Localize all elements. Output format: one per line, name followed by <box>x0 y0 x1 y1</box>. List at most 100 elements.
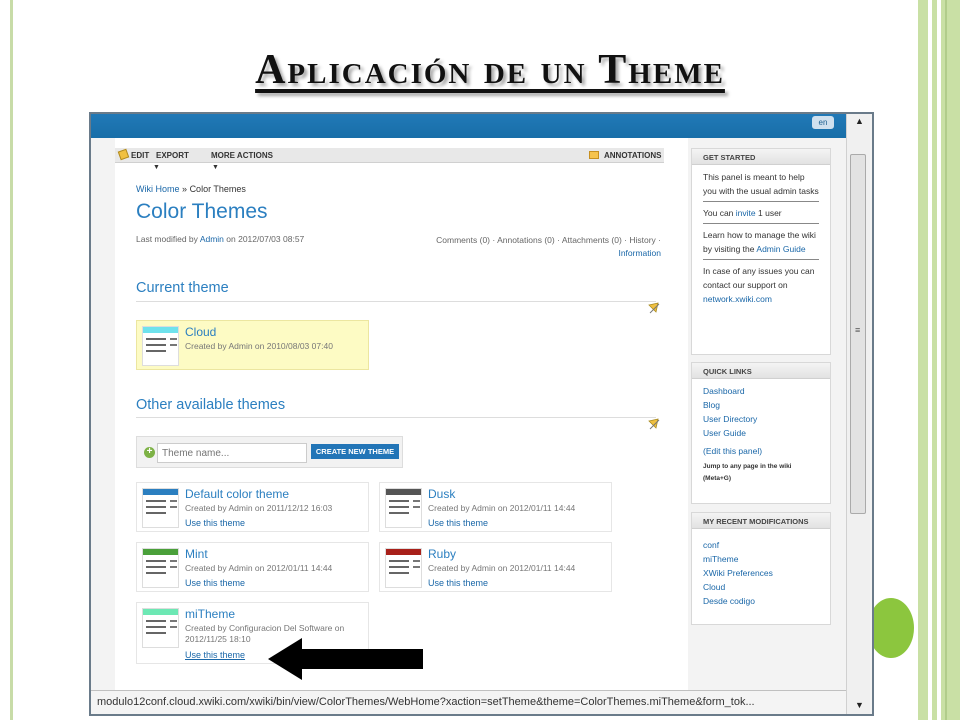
green-circle-decoration <box>868 598 914 658</box>
theme-name-link[interactable]: Cloud <box>185 325 216 339</box>
theme-created-info: Created by Admin on 2012/01/11 14:44 <box>185 563 333 573</box>
quick-link-dashboard[interactable]: Dashboard <box>703 384 819 398</box>
theme-card-ruby: Ruby Created by Admin on 2012/01/11 14:4… <box>379 542 612 592</box>
support-link[interactable]: network.xwiki.com <box>703 294 772 304</box>
create-new-theme-button[interactable]: CREATE NEW THEME <box>311 444 399 459</box>
last-modified-label: Last modified by <box>136 234 198 244</box>
add-icon: + <box>144 447 155 458</box>
theme-created-info: Created by Admin on 2012/01/11 14:44 <box>428 503 576 513</box>
use-this-theme-link[interactable]: Use this theme <box>428 578 488 588</box>
panel-text: This panel is meant to help you with the… <box>703 172 819 196</box>
last-modified-author-link[interactable]: Admin <box>200 234 224 244</box>
theme-name-link[interactable]: Dusk <box>428 487 455 501</box>
right-decoration-stripe <box>918 0 928 720</box>
breadcrumb: Wiki Home » Color Themes <box>136 184 246 194</box>
slide: Aplicación de un Theme en ▲ ≡ ▼ EDIT EXP… <box>0 0 960 720</box>
right-decoration-stripe <box>941 0 960 720</box>
left-arrow-icon <box>268 638 423 680</box>
recent-item[interactable]: XWiki Preferences <box>703 566 819 580</box>
theme-color-band <box>386 489 421 495</box>
last-modified-info: Last modified by Admin on 2012/07/03 08:… <box>136 234 304 244</box>
theme-created-info: Created by Admin on 2010/08/03 07:40 <box>185 341 333 351</box>
theme-created-by-line: Created by Configuracion Del Software on <box>185 623 345 633</box>
theme-created-info: Created by Admin on 2012/01/11 14:44 <box>428 563 576 573</box>
quick-links-panel: QUICK LINKS Dashboard Blog User Director… <box>691 362 831 504</box>
current-theme-card: Cloud Created by Admin on 2010/08/03 07:… <box>136 320 369 370</box>
scroll-down-arrow-icon[interactable]: ▼ <box>855 700 864 710</box>
get-started-panel: GET STARTED This panel is meant to help … <box>691 148 831 355</box>
annotations-button[interactable]: ANNOTATIONS <box>604 151 661 160</box>
theme-created-info: Created by Admin on 2011/12/12 16:03 <box>185 503 333 513</box>
quick-link-user-directory[interactable]: User Directory <box>703 412 819 426</box>
quick-link-blog[interactable]: Blog <box>703 398 819 412</box>
theme-thumbnail <box>385 548 422 588</box>
user-badge-icon[interactable]: en <box>812 116 834 129</box>
theme-thumbnail <box>385 488 422 528</box>
edit-dropdown-arrow-icon[interactable]: ▼ <box>153 164 160 171</box>
use-this-theme-link[interactable]: Use this theme <box>185 650 245 660</box>
more-actions-dropdown-arrow-icon[interactable]: ▼ <box>212 164 219 171</box>
right-decoration-stripe <box>932 0 937 720</box>
pencil-icon[interactable] <box>117 148 130 161</box>
invite-link[interactable]: invite <box>736 208 756 218</box>
theme-name-link[interactable]: miTheme <box>185 607 235 621</box>
quick-link-user-guide[interactable]: User Guide <box>703 426 819 440</box>
scrollbar-thumb[interactable]: ≡ <box>850 154 866 514</box>
edit-menu[interactable]: EDIT <box>131 151 149 160</box>
panel-divider <box>703 201 819 202</box>
annotations-icon <box>589 151 599 159</box>
theme-thumbnail <box>142 548 179 588</box>
theme-name-link[interactable]: Ruby <box>428 547 456 561</box>
theme-card-default: Default color theme Created by Admin on … <box>136 482 369 532</box>
doc-links-line2[interactable]: Information <box>391 247 661 260</box>
jump-shortcut: (Meta+G) <box>703 475 731 482</box>
recent-item[interactable]: miTheme <box>703 552 819 566</box>
admin-guide-link[interactable]: Admin Guide <box>756 244 805 254</box>
theme-thumbnail <box>142 488 179 528</box>
browser-window: en ▲ ≡ ▼ EDIT EXPORT MORE ACTIONS ▼ ▼ AN… <box>89 112 874 716</box>
recent-item[interactable]: Cloud <box>703 580 819 594</box>
theme-thumbnail <box>142 608 179 648</box>
scroll-up-arrow-icon[interactable]: ▲ <box>855 116 864 126</box>
theme-card-dusk: Dusk Created by Admin on 2012/01/11 14:4… <box>379 482 612 532</box>
use-this-theme-link[interactable]: Use this theme <box>185 578 245 588</box>
theme-thumbnail <box>142 326 179 366</box>
xwiki-top-bar: en <box>91 114 846 138</box>
use-this-theme-link[interactable]: Use this theme <box>428 518 488 528</box>
panel-title: GET STARTED <box>692 149 830 165</box>
theme-card-mint: Mint Created by Admin on 2012/01/11 14:4… <box>136 542 369 592</box>
recent-item[interactable]: conf <box>703 538 819 552</box>
recent-item[interactable]: Desde codigo <box>703 594 819 608</box>
section-divider <box>136 301 656 302</box>
right-decoration-line <box>945 0 947 720</box>
jump-hint: Jump to any page in the wiki <box>703 463 792 470</box>
panel-divider <box>703 223 819 224</box>
create-theme-form: + CREATE NEW THEME <box>136 436 403 468</box>
theme-name-link[interactable]: Mint <box>185 547 208 561</box>
theme-color-band <box>143 327 178 333</box>
last-modified-date: on 2012/07/03 08:57 <box>226 234 305 244</box>
edit-panel-link[interactable]: (Edit this panel) <box>703 444 819 458</box>
section-divider <box>136 417 656 418</box>
document-extra-links[interactable]: Comments (0) · Annotations (0) · Attachm… <box>391 234 661 260</box>
export-menu[interactable]: EXPORT <box>156 151 189 160</box>
more-actions-menu[interactable]: MORE ACTIONS <box>211 151 273 160</box>
theme-name-input[interactable] <box>157 443 307 463</box>
theme-color-band <box>143 609 178 615</box>
theme-name-link[interactable]: Default color theme <box>185 487 289 501</box>
current-theme-heading: Current theme <box>136 280 229 296</box>
doc-links-line1[interactable]: Comments (0) · Annotations (0) · Attachm… <box>391 234 661 247</box>
edit-section-icon[interactable] <box>648 302 660 314</box>
slide-title: Aplicación de un Theme <box>255 47 725 93</box>
recent-modifications-panel: MY RECENT MODIFICATIONS conf miTheme XWi… <box>691 512 831 625</box>
theme-color-band <box>143 549 178 555</box>
breadcrumb-separator: » <box>182 184 188 194</box>
edit-section-icon[interactable] <box>648 418 660 430</box>
theme-color-band <box>143 489 178 495</box>
panel-divider <box>703 259 819 260</box>
vertical-scrollbar[interactable]: ▲ ≡ ▼ <box>846 114 870 714</box>
breadcrumb-home-link[interactable]: Wiki Home <box>136 184 180 194</box>
other-themes-heading: Other available themes <box>136 397 286 413</box>
browser-status-bar: modulo12conf.cloud.xwiki.com/xwiki/bin/v… <box>91 690 846 714</box>
use-this-theme-link[interactable]: Use this theme <box>185 518 245 528</box>
